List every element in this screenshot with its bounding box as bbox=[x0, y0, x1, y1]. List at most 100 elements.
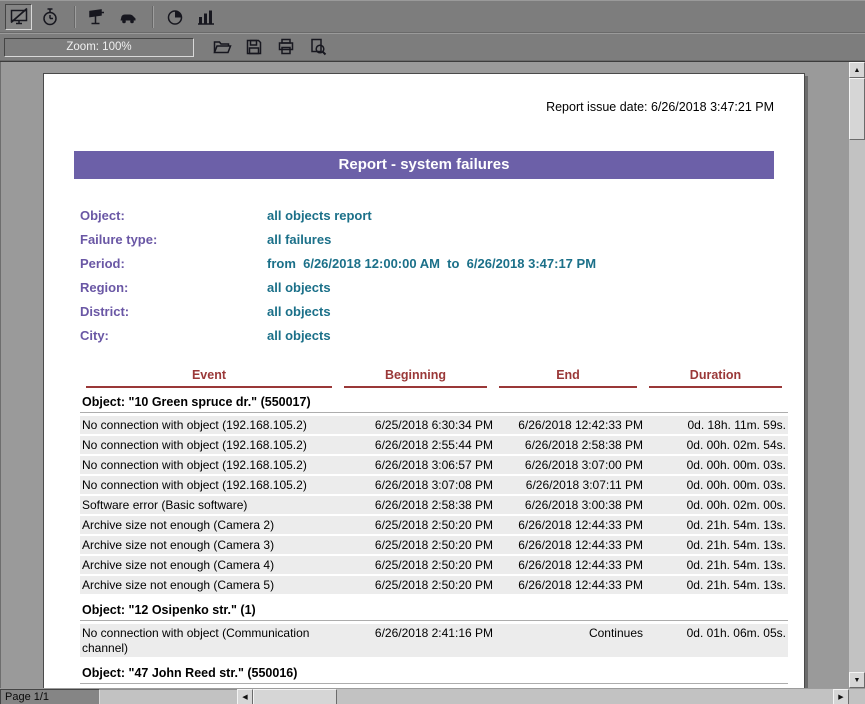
table-row: Archive size not enough (Camera 3)6/25/2… bbox=[80, 536, 788, 554]
table-cell: 0d. 21h. 54m. 13s. bbox=[643, 538, 788, 553]
table-cell: 0d. 21h. 54m. 13s. bbox=[643, 558, 788, 573]
scroll-up-button[interactable]: ▲ bbox=[849, 62, 865, 78]
table-row: No connection with object (192.168.105.2… bbox=[80, 416, 788, 434]
table-header-row: Event Beginning End Duration bbox=[80, 368, 788, 388]
report-table-body: Object: "10 Green spruce dr." (550017) No… bbox=[80, 388, 788, 684]
right-arrow-icon: ▶ bbox=[838, 693, 843, 701]
report-window: Zoom: 100% bbox=[0, 0, 865, 704]
vertical-scroll-track[interactable] bbox=[849, 78, 865, 672]
horizontal-scroll-thumb[interactable] bbox=[253, 689, 337, 704]
meta-label: Failure type: bbox=[80, 228, 267, 252]
time-report-button[interactable] bbox=[36, 4, 63, 30]
left-arrow-icon: ◀ bbox=[242, 693, 247, 701]
bar-chart-icon bbox=[196, 7, 216, 27]
print-button[interactable] bbox=[272, 36, 299, 59]
monitor-off-icon bbox=[9, 7, 29, 27]
meta-value: all failures bbox=[267, 228, 331, 252]
table-cell: 6/26/2018 3:06:57 PM bbox=[338, 458, 493, 473]
scroll-left-button[interactable]: ◀ bbox=[237, 689, 253, 704]
stopwatch-icon bbox=[40, 7, 60, 27]
page-indicator: Page 1/1 bbox=[0, 689, 100, 704]
pie-chart-icon bbox=[165, 7, 185, 27]
up-arrow-icon: ▲ bbox=[854, 67, 861, 74]
camera-report-button[interactable] bbox=[83, 4, 110, 30]
table-cell: Software error (Basic software) bbox=[80, 498, 338, 513]
table-cell: 6/25/2018 2:50:20 PM bbox=[338, 538, 493, 553]
horizontal-scroll-track[interactable] bbox=[253, 689, 833, 704]
table-cell: Continues bbox=[493, 626, 643, 641]
table-cell: 6/25/2018 2:50:20 PM bbox=[338, 518, 493, 533]
table-cell: 6/26/2018 12:44:33 PM bbox=[493, 578, 643, 593]
meta-row: Object:all objects report bbox=[80, 204, 804, 228]
meta-value: all objects bbox=[267, 300, 331, 324]
table-cell: 6/26/2018 2:55:44 PM bbox=[338, 438, 493, 453]
scroll-right-button[interactable]: ▶ bbox=[833, 689, 849, 704]
column-header-end: End bbox=[499, 368, 637, 388]
scroll-down-button[interactable]: ▼ bbox=[849, 672, 865, 688]
open-button[interactable] bbox=[208, 36, 235, 59]
meta-value: all objects bbox=[267, 276, 331, 300]
system-failures-report-button[interactable] bbox=[5, 4, 32, 30]
table-cell: 0d. 01h. 06m. 05s. bbox=[643, 626, 788, 641]
meta-row: City:all objects bbox=[80, 324, 804, 348]
table-cell: 6/26/2018 3:07:08 PM bbox=[338, 478, 493, 493]
meta-value: all objects bbox=[267, 324, 331, 348]
pie-chart-report-button[interactable] bbox=[161, 4, 188, 30]
table-cell: 6/26/2018 2:58:38 PM bbox=[338, 498, 493, 513]
meta-label: Period: bbox=[80, 252, 267, 276]
toolbar-separator bbox=[74, 6, 76, 28]
group-title: Object: "47 John Reed str." (550016) bbox=[80, 659, 788, 684]
meta-label: Region: bbox=[80, 276, 267, 300]
table-cell: Archive size not enough (Camera 3) bbox=[80, 538, 338, 553]
table-cell: 6/25/2018 2:50:20 PM bbox=[338, 578, 493, 593]
table-row: No connection with object (192.168.105.2… bbox=[80, 476, 788, 494]
meta-value: all objects report bbox=[267, 204, 372, 228]
main-toolbar bbox=[0, 0, 865, 33]
toolbar-separator bbox=[152, 6, 154, 28]
bar-chart-report-button[interactable] bbox=[192, 4, 219, 30]
table-cell: 6/26/2018 3:00:38 PM bbox=[493, 498, 643, 513]
meta-label: City: bbox=[80, 324, 267, 348]
table-cell: 0d. 21h. 54m. 13s. bbox=[643, 518, 788, 533]
table-row: Archive size not enough (Camera 4)6/25/2… bbox=[80, 556, 788, 574]
table-row: No connection with object (192.168.105.2… bbox=[80, 436, 788, 454]
table-cell: 0d. 18h. 11m. 59s. bbox=[643, 418, 788, 433]
search-button[interactable] bbox=[304, 36, 331, 59]
report-meta: Object:all objects reportFailure type:al… bbox=[80, 204, 804, 348]
table-row: No connection with object (Communication… bbox=[80, 624, 788, 657]
table-cell: 6/25/2018 6:30:34 PM bbox=[338, 418, 493, 433]
printer-icon bbox=[276, 37, 296, 57]
meta-label: Object: bbox=[80, 204, 267, 228]
horizontal-scrollbar[interactable]: ◀ ▶ bbox=[237, 689, 849, 704]
magnifier-icon bbox=[308, 37, 328, 57]
file-actions-group bbox=[208, 36, 336, 59]
save-icon bbox=[244, 37, 264, 57]
table-cell: 6/26/2018 2:58:38 PM bbox=[493, 438, 643, 453]
table-cell: 6/26/2018 3:07:11 PM bbox=[493, 478, 643, 493]
table-cell: 0d. 21h. 54m. 13s. bbox=[643, 578, 788, 593]
table-cell: No connection with object (192.168.105.2… bbox=[80, 438, 338, 453]
meta-label: District: bbox=[80, 300, 267, 324]
vertical-scroll-thumb[interactable] bbox=[849, 78, 865, 140]
table-row: Archive size not enough (Camera 5)6/25/2… bbox=[80, 576, 788, 594]
save-button[interactable] bbox=[240, 36, 267, 59]
vehicle-report-button[interactable] bbox=[114, 4, 141, 30]
column-header-duration: Duration bbox=[649, 368, 782, 388]
folder-icon bbox=[212, 37, 232, 57]
meta-row: District:all objects bbox=[80, 300, 804, 324]
preview-area: Report issue date: 6/26/2018 3:47:21 PM … bbox=[0, 61, 865, 688]
table-cell: Archive size not enough (Camera 2) bbox=[80, 518, 338, 533]
table-cell: 6/26/2018 3:07:00 PM bbox=[493, 458, 643, 473]
meta-row: Failure type:all failures bbox=[80, 228, 804, 252]
vertical-scrollbar[interactable]: ▲ ▼ bbox=[849, 62, 865, 688]
group-title: Object: "10 Green spruce dr." (550017) bbox=[80, 388, 788, 413]
column-header-event: Event bbox=[86, 368, 332, 388]
meta-value: from 6/26/2018 12:00:00 AM to 6/26/2018 … bbox=[267, 252, 596, 276]
group-title: Object: "12 Osipenko str." (1) bbox=[80, 596, 788, 621]
report-title-banner: Report - system failures bbox=[74, 151, 774, 179]
table-cell: 0d. 00h. 00m. 03s. bbox=[643, 478, 788, 493]
table-cell: Archive size not enough (Camera 4) bbox=[80, 558, 338, 573]
table-row: No connection with object (192.168.105.2… bbox=[80, 456, 788, 474]
preview-toolbar: Zoom: 100% bbox=[0, 33, 865, 61]
car-icon bbox=[118, 7, 138, 27]
